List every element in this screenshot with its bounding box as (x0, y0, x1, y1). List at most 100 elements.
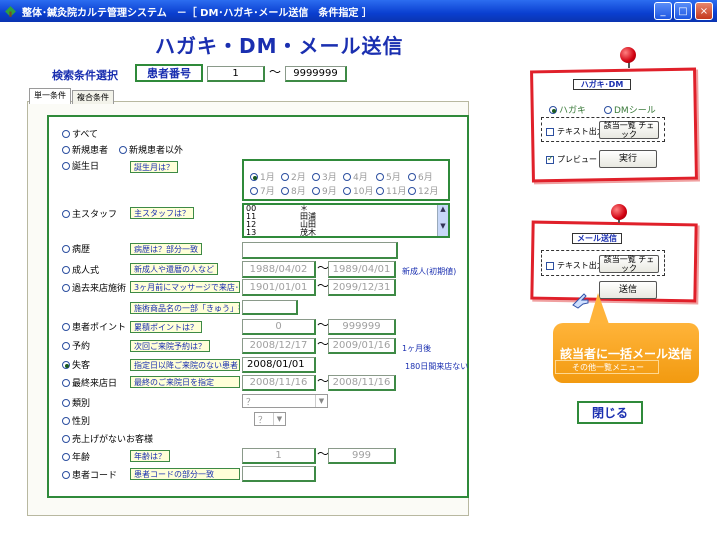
month-9[interactable]: 9月 (312, 184, 337, 197)
radio-icon (62, 145, 70, 154)
opt-category-label: 類別 (72, 399, 91, 409)
age-from[interactable]: 1 (242, 448, 316, 464)
month-4[interactable]: 4月 (343, 170, 368, 183)
opt-past-treatment[interactable]: 過去来店施術 (62, 281, 126, 294)
month-label: 1月 (260, 173, 275, 183)
points-to[interactable]: 999999 (328, 319, 396, 335)
patient-code-input[interactable] (242, 466, 316, 482)
opt-lost-customer-label: 失客 (72, 361, 91, 371)
month-label: 12月 (418, 187, 439, 197)
scroll-up-icon[interactable]: ▲ (438, 205, 448, 213)
appointment-to[interactable]: 2009/01/16 (328, 338, 396, 354)
history-input[interactable] (242, 242, 398, 259)
month-label: 9月 (322, 187, 337, 197)
list-item[interactable]: 11 田浦 (244, 213, 448, 221)
past-treatment-to[interactable]: 2099/12/31 (328, 279, 396, 296)
radio-icon (604, 105, 612, 114)
opt-not-new-patient[interactable]: 新規患者以外 (119, 143, 183, 156)
gender-select[interactable]: ？ ▼ (254, 412, 286, 426)
month-label: 2月 (291, 173, 306, 183)
opt-no-sales[interactable]: 売上げがないお客様 (62, 432, 153, 445)
run-button[interactable]: 実行 (599, 150, 657, 168)
opt-category[interactable]: 類別 (62, 396, 90, 409)
appointment-from[interactable]: 2008/12/17 (242, 338, 316, 354)
month-10[interactable]: 10月 (343, 184, 373, 197)
opt-dm-sticker-label: DMシール (614, 106, 656, 116)
month-1[interactable]: 1月 (250, 170, 275, 183)
month-8[interactable]: 8月 (281, 184, 306, 197)
minimize-button[interactable]: _ (654, 2, 672, 20)
close-button[interactable]: 閉じる (577, 401, 643, 424)
opt-dm-sticker[interactable]: DMシール (604, 103, 656, 116)
opt-gender[interactable]: 性別 (62, 414, 90, 427)
chevron-down-icon[interactable]: ▼ (273, 413, 285, 425)
opt-history-label: 病歴 (72, 245, 91, 255)
chevron-down-icon[interactable]: ▼ (315, 395, 327, 407)
opt-coming-of-age[interactable]: 成人式 (62, 263, 99, 276)
month-2[interactable]: 2月 (281, 170, 306, 183)
radio-icon (62, 434, 70, 443)
scroll-down-icon[interactable]: ▼ (438, 222, 448, 230)
history-hint: 病歴は？部分一致 (130, 243, 202, 255)
list-item[interactable]: 00 ＊ (244, 205, 448, 213)
opt-staff[interactable]: 主スタッフ (62, 207, 117, 220)
opt-appointment[interactable]: 予約 (62, 339, 90, 352)
mail-check-list-button[interactable]: 該当一覧 チェック (599, 255, 659, 273)
tab-single[interactable]: 単一条件 (29, 88, 71, 104)
opt-points[interactable]: 患者ポイント (62, 320, 126, 333)
last-visit-to[interactable]: 2008/11/16 (328, 375, 396, 391)
opt-birthday[interactable]: 誕生日 (62, 159, 99, 172)
radio-icon (62, 398, 70, 407)
maximize-button[interactable]: □ (674, 2, 692, 20)
last-visit-from[interactable]: 2008/11/16 (242, 375, 316, 391)
past-treatment-from[interactable]: 1901/01/01 (242, 279, 316, 296)
search-from-input[interactable]: 1 (207, 66, 265, 82)
opt-age[interactable]: 年齢 (62, 450, 90, 463)
age-to[interactable]: 999 (328, 448, 396, 464)
checkbox-icon (546, 261, 554, 270)
opt-lost-customer[interactable]: 失客 (62, 358, 90, 371)
staff-list-scrollbar[interactable]: ▲ ▼ (437, 205, 448, 236)
lost-customer-from[interactable]: 2008/01/01 (242, 357, 316, 373)
birthday-hint: 誕生月は？ (130, 161, 178, 173)
category-select[interactable]: ？ ▼ (242, 394, 328, 408)
opt-history[interactable]: 病歴 (62, 242, 90, 255)
radio-icon (312, 172, 320, 181)
tab-compound[interactable]: 複合条件 (72, 90, 114, 104)
radio-icon (62, 209, 70, 218)
month-7[interactable]: 7月 (250, 184, 275, 197)
preview-checkbox[interactable]: プレビュー (546, 154, 597, 165)
close-window-button[interactable]: × (695, 2, 713, 20)
month-6[interactable]: 6月 (408, 170, 433, 183)
month-11[interactable]: 11月 (376, 184, 406, 197)
opt-gender-label: 性別 (72, 417, 91, 427)
opt-patient-code[interactable]: 患者コード (62, 468, 117, 481)
list-item[interactable]: 12 山田 (244, 221, 448, 229)
coming-of-age-to[interactable]: 1989/04/01 (328, 261, 396, 278)
opt-postcard-label: ハガキ (559, 106, 587, 116)
other-list-menu-button[interactable]: その他一覧メニュー (555, 360, 659, 374)
radio-icon (62, 265, 70, 274)
month-5[interactable]: 5月 (376, 170, 401, 183)
postcard-check-list-button[interactable]: 該当一覧 チェック (599, 121, 659, 139)
opt-last-visit[interactable]: 最終来店日 (62, 376, 117, 389)
month-12[interactable]: 12月 (408, 184, 438, 197)
mail-text-output-checkbox[interactable]: テキスト出力 (546, 260, 605, 271)
points-from[interactable]: 0 (242, 319, 316, 335)
list-item[interactable]: 13 茂木 (244, 229, 448, 237)
opt-not-new-patient-label: 新規患者以外 (129, 146, 184, 156)
opt-all[interactable]: すべて (62, 127, 98, 140)
bulk-mail-callout: 該当者に一括メール送信 (553, 323, 699, 383)
month-label: 8月 (291, 187, 306, 197)
search-to-input[interactable]: 9999999 (285, 66, 347, 82)
postcard-text-output-checkbox[interactable]: テキスト出力 (546, 126, 605, 137)
radio-icon (343, 172, 351, 181)
radio-icon (281, 172, 289, 181)
radio-icon (62, 283, 70, 292)
staff-list[interactable]: 00 ＊ 11 田浦 12 山田 13 茂木 (242, 203, 450, 238)
opt-new-patient[interactable]: 新規患者 (62, 143, 108, 156)
opt-postcard[interactable]: ハガキ (549, 103, 586, 116)
coming-of-age-from[interactable]: 1988/04/02 (242, 261, 316, 278)
month-3[interactable]: 3月 (312, 170, 337, 183)
treatment-product-input[interactable] (242, 300, 298, 315)
